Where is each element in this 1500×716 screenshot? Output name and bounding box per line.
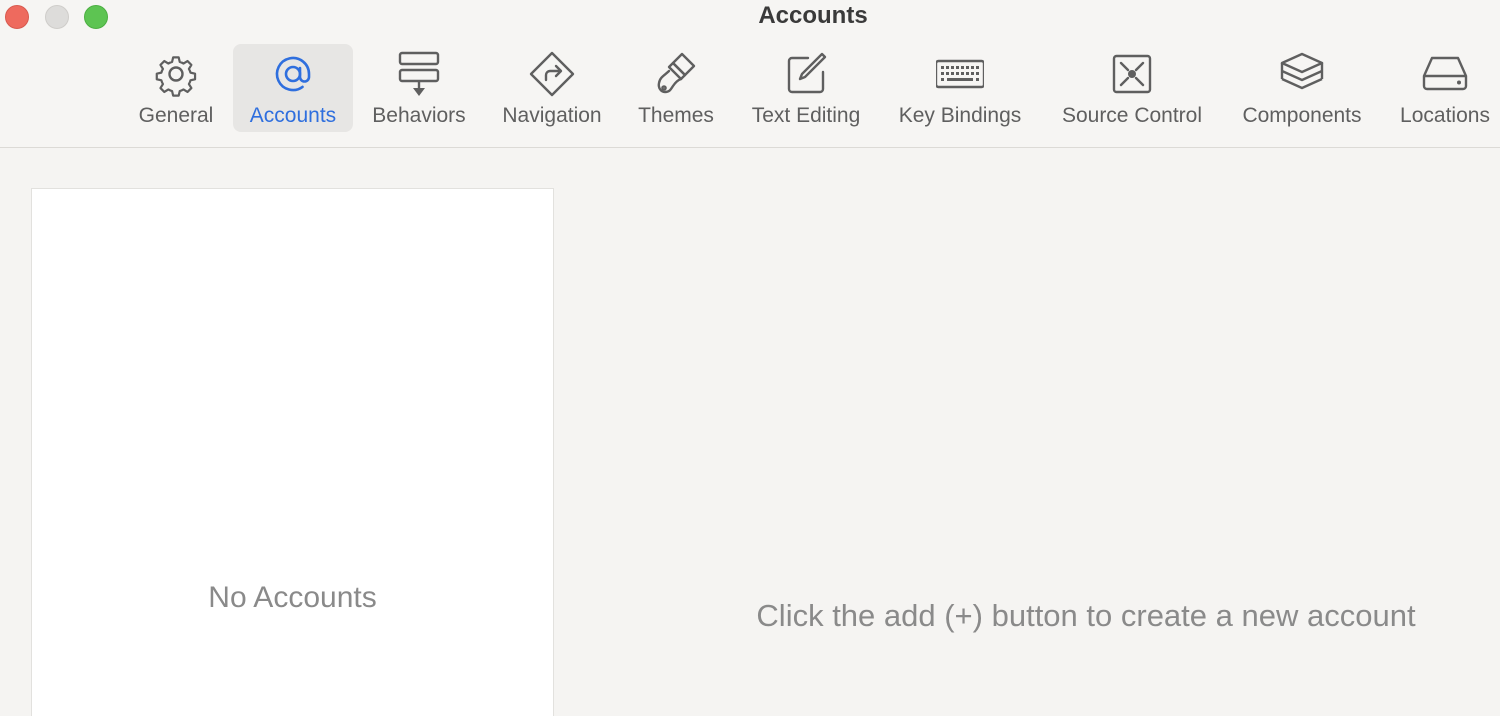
tab-label: Locations xyxy=(1400,104,1490,127)
accounts-list[interactable]: No Accounts xyxy=(31,188,554,716)
tab-source-control[interactable]: Source Control xyxy=(1049,44,1215,132)
tab-label: Behaviors xyxy=(372,104,466,127)
tab-label: Themes xyxy=(638,104,714,127)
tab-label: Source Control xyxy=(1061,104,1203,127)
tab-components[interactable]: Components xyxy=(1231,44,1373,132)
behaviors-icon xyxy=(398,51,440,96)
tab-label: General xyxy=(138,104,214,127)
tab-themes[interactable]: Themes xyxy=(630,44,722,132)
pencil-square-icon xyxy=(787,52,827,94)
toolbar: Accounts General Accounts Behaviors Navi… xyxy=(0,0,1500,148)
tab-key-bindings[interactable]: Key Bindings xyxy=(888,44,1032,132)
tab-label: Navigation xyxy=(502,104,602,127)
tab-label: Text Editing xyxy=(751,104,861,127)
layers-icon xyxy=(1280,52,1324,90)
tab-label: Accounts xyxy=(249,104,337,127)
drive-icon xyxy=(1422,56,1468,91)
tab-behaviors[interactable]: Behaviors xyxy=(364,44,474,132)
empty-state-label: No Accounts xyxy=(208,581,377,614)
tab-accounts[interactable]: Accounts xyxy=(233,44,353,132)
tab-text-editing[interactable]: Text Editing xyxy=(740,44,872,132)
tab-label: Key Bindings xyxy=(898,104,1022,127)
add-account-hint: Click the add (+) button to create a new… xyxy=(756,598,1416,633)
tab-navigation[interactable]: Navigation xyxy=(492,44,612,132)
tab-label: Components xyxy=(1242,104,1362,127)
gear-icon xyxy=(155,56,197,97)
paintbrush-icon xyxy=(657,52,696,94)
tab-locations[interactable]: Locations xyxy=(1390,44,1500,132)
preferences-window: Accounts General Accounts Behaviors Navi… xyxy=(0,0,1500,716)
keyboard-icon xyxy=(936,59,984,89)
window-title: Accounts xyxy=(758,2,868,29)
source-control-icon xyxy=(1112,54,1152,94)
navigation-icon xyxy=(529,51,575,97)
at-icon xyxy=(275,56,311,92)
tab-general[interactable]: General xyxy=(131,44,221,132)
